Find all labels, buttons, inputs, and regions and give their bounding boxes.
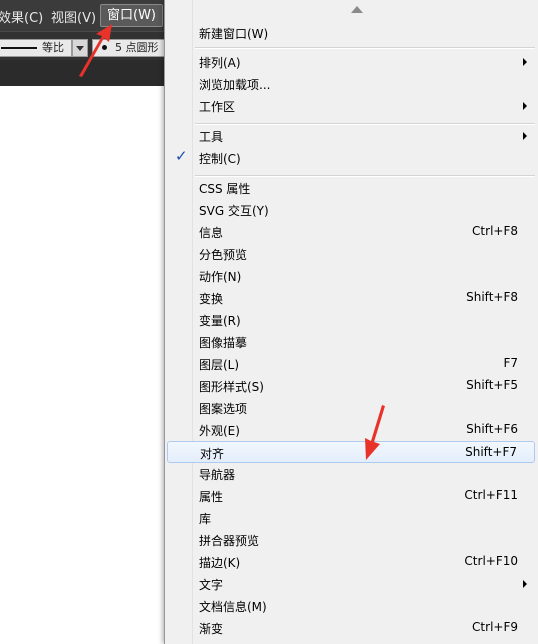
- checkmark-icon: ✓: [175, 147, 188, 165]
- menu-item-variables[interactable]: 变量(R): [167, 309, 535, 331]
- menu-item-label: 拼合器预览: [199, 534, 260, 548]
- menu-item-layers[interactable]: 图层(L) F7: [167, 353, 535, 375]
- menu-item-control[interactable]: ✓ 控制(C): [167, 147, 535, 169]
- menu-item-label: 排列(A): [199, 56, 241, 70]
- submenu-arrow-icon: [523, 580, 527, 588]
- menu-item-label: 浏览加载项...: [199, 78, 271, 92]
- menu-item-properties[interactable]: 属性 Ctrl+F11: [167, 485, 535, 507]
- menu-item-label: 新建窗口(W): [199, 27, 269, 41]
- menu-item-flattener-preview[interactable]: 拼合器预览: [167, 529, 535, 551]
- menu-item-label: 控制(C): [199, 152, 241, 166]
- menu-item-type[interactable]: 文字: [167, 573, 535, 595]
- menu-item-shortcut: Shift+F8: [466, 290, 518, 304]
- stroke-profile-label: 等比: [42, 41, 64, 54]
- menu-item-label: 工具: [199, 130, 224, 144]
- menu-item-label: CSS 属性: [199, 182, 251, 196]
- menu-item-label: 属性: [199, 490, 224, 504]
- menu-item-workspace[interactable]: 工作区: [167, 95, 535, 117]
- menu-item-info[interactable]: 信息 Ctrl+F8: [167, 221, 535, 243]
- menu-item-label: 对齐: [200, 447, 225, 461]
- menu-item-arrange[interactable]: 排列(A): [167, 51, 535, 73]
- menu-item-shortcut: Ctrl+F8: [472, 224, 518, 238]
- menu-item-label: 导航器: [199, 468, 236, 482]
- stroke-profile-select[interactable]: 等比: [0, 39, 72, 57]
- menu-item-label: 图像描摹: [199, 336, 248, 350]
- menu-item-align[interactable]: 对齐 Shift+F7: [167, 441, 535, 463]
- menu-item-libraries[interactable]: 库: [167, 507, 535, 529]
- artboard-canvas[interactable]: [0, 86, 165, 644]
- scroll-up-arrow-icon[interactable]: [351, 6, 363, 13]
- menu-item-label: 图形样式(S): [199, 380, 264, 394]
- menu-item-label: 分色预览: [199, 248, 248, 262]
- menu-item-label: 渐变: [199, 622, 224, 636]
- menu-item-actions[interactable]: 动作(N): [167, 265, 535, 287]
- menu-item-gradient[interactable]: 渐变 Ctrl+F9: [167, 617, 535, 639]
- menu-item-label: 描边(K): [199, 556, 241, 570]
- menu-item-shortcut: Shift+F7: [465, 445, 517, 459]
- menu-item-shortcut: F7: [503, 356, 518, 370]
- menu-item-stroke[interactable]: 描边(K) Ctrl+F10: [167, 551, 535, 573]
- menu-item-label: 动作(N): [199, 270, 242, 284]
- submenu-arrow-icon: [523, 132, 527, 140]
- menu-item-graphic-styles[interactable]: 图形样式(S) Shift+F5: [167, 375, 535, 397]
- menu-item-image-trace[interactable]: 图像描摹: [167, 331, 535, 353]
- menu-item-label: 文档信息(M): [199, 600, 267, 614]
- menu-item-shortcut: Shift+F6: [466, 422, 518, 436]
- menu-item-pattern-options[interactable]: 图案选项: [167, 397, 535, 419]
- menu-item-svg-interactivity[interactable]: SVG 交互(Y): [167, 199, 535, 221]
- menu-item-transform[interactable]: 变换 Shift+F8: [167, 287, 535, 309]
- submenu-arrow-icon: [523, 102, 527, 110]
- menu-effect[interactable]: 效果(C): [0, 7, 43, 26]
- menu-item-label: 文字: [199, 578, 224, 592]
- menu-item-shortcut: Shift+F5: [466, 378, 518, 392]
- menu-item-tools[interactable]: 工具: [167, 125, 535, 147]
- menu-item-label: 库: [199, 512, 212, 526]
- stroke-line-preview: [1, 47, 37, 49]
- menu-item-label: 变量(R): [199, 314, 241, 328]
- window-menu-dropdown: 新建窗口(W) 排列(A) 浏览加载项... 工作区 工具 ✓ 控制(C) CS…: [164, 0, 538, 644]
- menu-item-label: 工作区: [199, 100, 236, 114]
- menu-item-new-window[interactable]: 新建窗口(W): [167, 22, 535, 44]
- menu-item-shortcut: Ctrl+F11: [464, 488, 518, 502]
- menu-item-shortcut: Ctrl+F9: [472, 620, 518, 634]
- brush-point-label: 5 点圆形: [115, 41, 159, 54]
- menu-item-label: 变换: [199, 292, 224, 306]
- menu-item-label: 图案选项: [199, 402, 248, 416]
- annotation-arrow-icon: [79, 24, 112, 77]
- menu-item-css-properties[interactable]: CSS 属性: [167, 177, 535, 199]
- menu-item-document-info[interactable]: 文档信息(M): [167, 595, 535, 617]
- menu-item-label: SVG 交互(Y): [199, 204, 269, 218]
- menu-item-separations-preview[interactable]: 分色预览: [167, 243, 535, 265]
- menu-separator: [195, 47, 535, 49]
- annotation-arrow-icon: [365, 405, 385, 460]
- menu-item-label: 图层(L): [199, 358, 240, 372]
- menu-item-label: 信息: [199, 226, 224, 240]
- menu-item-shortcut: Ctrl+F10: [464, 554, 518, 568]
- menu-item-navigator[interactable]: 导航器: [167, 463, 535, 485]
- menu-item-label: 外观(E): [199, 424, 240, 438]
- menu-item-appearance[interactable]: 外观(E) Shift+F6: [167, 419, 535, 441]
- menu-item-browse-addons[interactable]: 浏览加载项...: [167, 73, 535, 95]
- submenu-arrow-icon: [523, 58, 527, 66]
